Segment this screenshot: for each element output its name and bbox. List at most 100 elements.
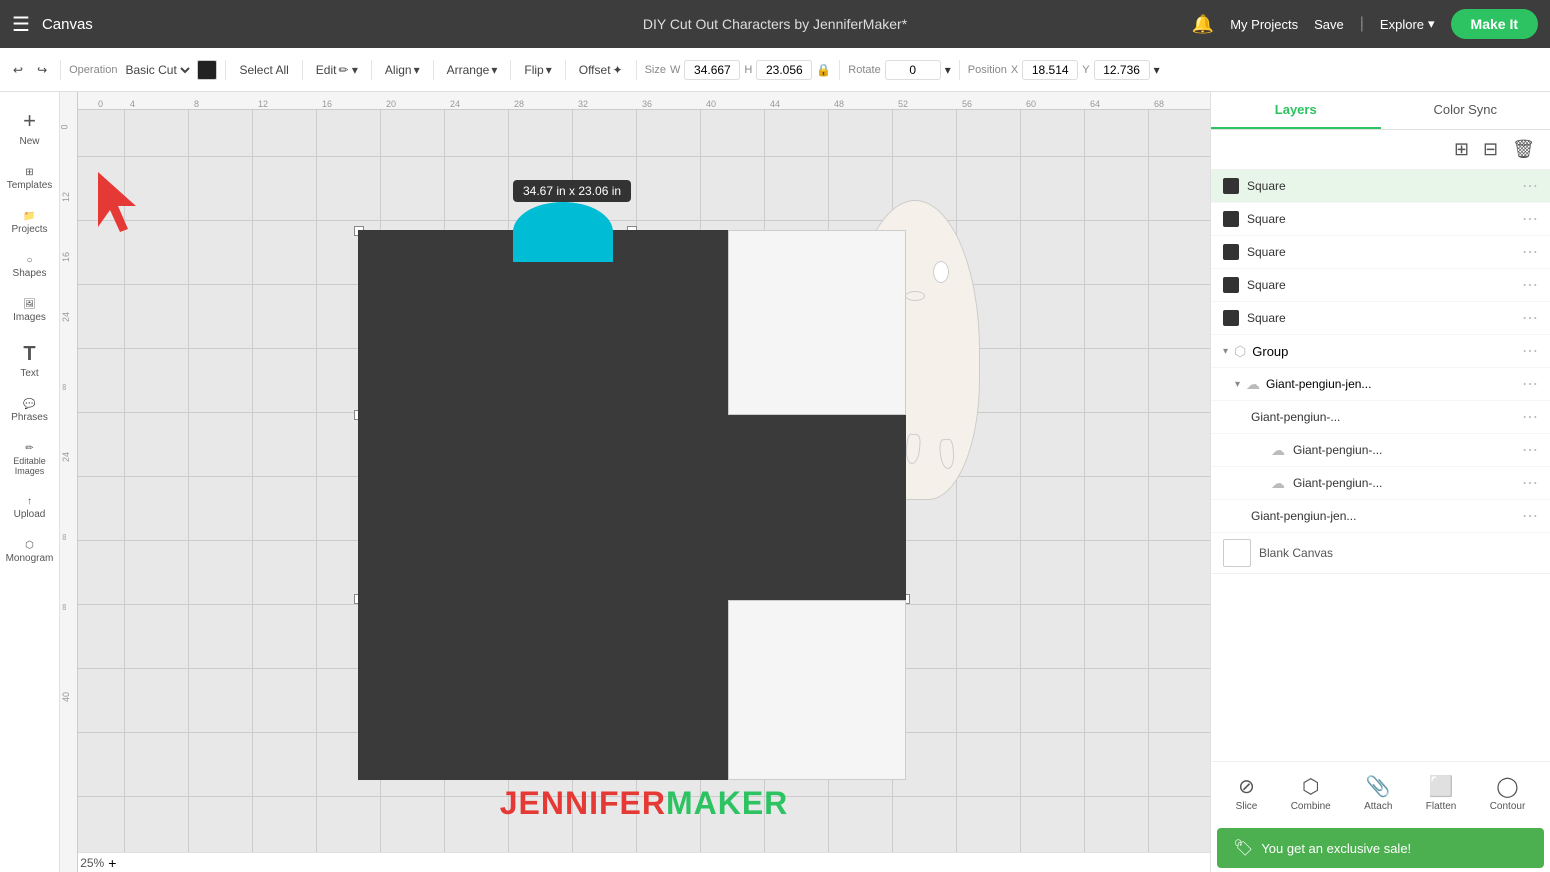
penguin-eye-right [933, 261, 949, 283]
panel-ungroup-button[interactable]: ⊟ [1480, 136, 1501, 163]
color-swatch[interactable] [197, 60, 217, 80]
sub-layer-1[interactable]: Giant-pengiun-... ⋯ [1211, 401, 1550, 434]
sub-group-icon: ☁ [1246, 376, 1260, 393]
canvas-area[interactable]: 0 4 8 12 16 20 24 28 32 36 40 44 48 52 5… [60, 92, 1210, 872]
layer-name-3: Square [1247, 245, 1514, 259]
sidebar-item-upload[interactable]: ↑ Upload [4, 488, 56, 528]
sidebar-item-images[interactable]: 🖼 Images [4, 291, 56, 331]
sub-layer-name-3: Giant-pengiun-... [1293, 476, 1514, 490]
sub-layer-more-1[interactable]: ⋯ [1522, 407, 1538, 427]
attach-icon: 📎 [1366, 774, 1391, 799]
layer-color-4 [1223, 277, 1239, 293]
sub-layer-more-3[interactable]: ⋯ [1522, 473, 1538, 493]
sidebar-item-templates[interactable]: ⊞ Templates [4, 159, 56, 199]
topbar: ☰ Canvas DIY Cut Out Characters by Jenni… [0, 0, 1550, 48]
sidebar-label-images: Images [13, 312, 46, 323]
images-icon: 🖼 [23, 299, 36, 310]
sub-layer-3[interactable]: ☁ Giant-pengiun-... ⋯ [1211, 467, 1550, 500]
zoom-level: 25% [80, 856, 104, 870]
flip-button[interactable]: Flip ▾ [519, 60, 556, 80]
sidebar-label-upload: Upload [14, 509, 46, 520]
size-tooltip: 34.67 in x 23.06 in [513, 180, 631, 202]
sidebar-item-editable-images[interactable]: ✏ Editable Images [4, 435, 56, 484]
attach-button[interactable]: 📎 Attach [1356, 770, 1400, 816]
panel-delete-button[interactable]: 🗑 [1509, 136, 1538, 163]
height-input[interactable] [756, 60, 812, 80]
width-input[interactable] [684, 60, 740, 80]
sidebar-item-monogram[interactable]: ⬡ Monogram [4, 532, 56, 572]
white-rect-top-right[interactable] [728, 230, 906, 415]
my-projects-link[interactable]: My Projects [1230, 17, 1298, 32]
zoom-in-button[interactable]: + [108, 855, 116, 871]
sub-group-header[interactable]: ▾ ☁ Giant-pengiun-jen... ⋯ [1211, 368, 1550, 401]
layer-more-2[interactable]: ⋯ [1522, 209, 1538, 229]
pos-x-input[interactable] [1022, 60, 1078, 80]
group-more-icon[interactable]: ⋯ [1522, 341, 1538, 361]
arrange-button[interactable]: Arrange ▾ [442, 60, 503, 80]
operation-select[interactable]: Basic Cut [121, 62, 193, 78]
layer-item-square-2[interactable]: Square ⋯ [1211, 203, 1550, 236]
contour-button[interactable]: ◯ Contour [1482, 770, 1534, 816]
rotate-label: Rotate [848, 64, 880, 76]
sidebar-item-new[interactable]: + New [4, 100, 56, 155]
edit-button[interactable]: Edit ✏ ▾ [311, 60, 363, 80]
layer-item-square-5[interactable]: Square ⋯ [1211, 302, 1550, 335]
offset-button[interactable]: Offset ✦ [574, 60, 628, 80]
layer-more-1[interactable]: ⋯ [1522, 176, 1538, 196]
sidebar-item-phrases[interactable]: 💬 Phrases [4, 391, 56, 431]
white-rect-bottom-right[interactable] [728, 600, 906, 780]
layer-item-square-3[interactable]: Square ⋯ [1211, 236, 1550, 269]
combine-icon: ⬡ [1302, 774, 1319, 799]
operation-label: Operation [69, 64, 117, 76]
undo-button[interactable]: ↩ [8, 60, 28, 80]
panel-group-button[interactable]: ⊞ [1451, 136, 1472, 163]
flatten-icon: ⬜ [1429, 774, 1454, 799]
save-button[interactable]: Save [1314, 17, 1344, 32]
layers-list: Square ⋯ Square ⋯ Square ⋯ Square ⋯ Squa… [1211, 170, 1550, 761]
layer-more-3[interactable]: ⋯ [1522, 242, 1538, 262]
blank-canvas-label: Blank Canvas [1259, 546, 1333, 560]
explore-button[interactable]: Explore ▾ [1380, 16, 1435, 32]
rotate-input[interactable] [885, 60, 941, 80]
layer-more-4[interactable]: ⋯ [1522, 275, 1538, 295]
explore-chevron-icon: ▾ [1428, 16, 1435, 32]
sub-layer-2[interactable]: ☁ Giant-pengiun-... ⋯ [1211, 434, 1550, 467]
monogram-icon: ⬡ [25, 540, 34, 551]
flatten-button[interactable]: ⬜ Flatten [1418, 770, 1465, 816]
slice-button[interactable]: ⊘ Slice [1228, 770, 1266, 816]
tab-layers[interactable]: Layers [1211, 92, 1381, 129]
layer-item-square-4[interactable]: Square ⋯ [1211, 269, 1550, 302]
pos-y-input[interactable] [1094, 60, 1150, 80]
align-button[interactable]: Align ▾ [380, 60, 425, 80]
watermark-maker: MAKER [666, 785, 788, 821]
canvas-content[interactable]: 34.67 in x 23.06 in JENNIFERMAKER [78, 110, 1210, 852]
rotate-chevron-icon: ▾ [945, 63, 951, 77]
sidebar-item-projects[interactable]: 📁 Projects [4, 203, 56, 243]
layer-color-2 [1223, 211, 1239, 227]
sub-group-more-icon[interactable]: ⋯ [1522, 374, 1538, 394]
make-it-button[interactable]: Make It [1451, 9, 1538, 39]
sub-layer-more-4[interactable]: ⋯ [1522, 506, 1538, 526]
notification-bell-icon[interactable]: 🔔 [1192, 14, 1214, 35]
menu-icon[interactable]: ☰ [12, 12, 30, 37]
projects-icon: 📁 [23, 211, 35, 222]
sidebar-item-shapes[interactable]: ○ Shapes [4, 247, 56, 287]
dark-rect-right-middle[interactable] [728, 415, 906, 600]
tab-color-sync[interactable]: Color Sync [1381, 92, 1550, 129]
blank-canvas-row[interactable]: Blank Canvas [1211, 533, 1550, 574]
panel-tabs: Layers Color Sync [1211, 92, 1550, 130]
sub-layer-4[interactable]: Giant-pengiun-jen... ⋯ [1211, 500, 1550, 533]
sub-layer-more-2[interactable]: ⋯ [1522, 440, 1538, 460]
select-all-button[interactable]: Select All [234, 60, 293, 80]
layer-more-5[interactable]: ⋯ [1522, 308, 1538, 328]
templates-icon: ⊞ [25, 167, 33, 178]
redo-button[interactable]: ↪ [32, 60, 52, 80]
lock-icon[interactable]: 🔒 [816, 63, 831, 77]
blank-canvas-swatch [1223, 539, 1251, 567]
dark-rect-left[interactable] [358, 230, 728, 780]
sidebar-item-text[interactable]: T Text [4, 335, 56, 387]
sidebar-label-templates: Templates [7, 180, 53, 191]
combine-button[interactable]: ⬡ Combine [1283, 770, 1339, 816]
group-header[interactable]: ▾ ⬡ Group ⋯ [1211, 335, 1550, 368]
layer-item-square-1[interactable]: Square ⋯ [1211, 170, 1550, 203]
